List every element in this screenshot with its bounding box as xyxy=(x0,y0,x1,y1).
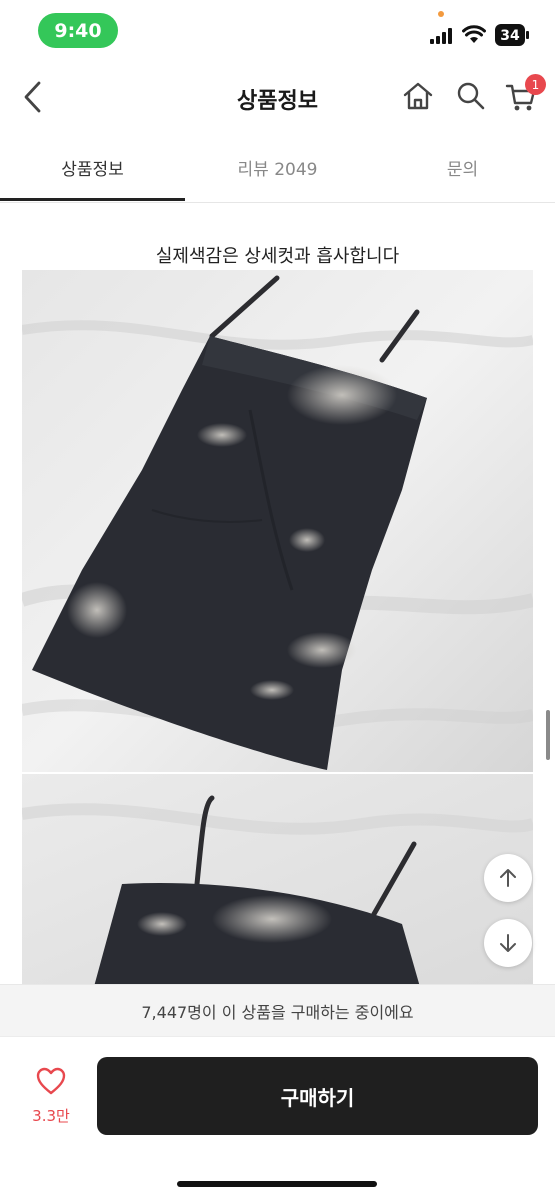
arrow-down-icon xyxy=(500,934,516,952)
scroll-to-top-button[interactable] xyxy=(484,854,532,902)
purchase-activity-notice: 7,447명이 이 상품을 구매하는 중이에요 xyxy=(0,984,555,1037)
search-icon[interactable] xyxy=(456,81,486,111)
product-photo xyxy=(22,774,533,984)
top-navigation-bar: 상품정보 1 xyxy=(0,62,555,134)
signal-icon xyxy=(430,28,452,44)
tab-reviews[interactable]: 리뷰 2049 xyxy=(185,134,370,200)
home-indicator xyxy=(177,1181,377,1187)
tab-inquiry[interactable]: 문의 xyxy=(370,134,555,200)
buy-button[interactable]: 구매하기 xyxy=(97,1057,538,1135)
privacy-indicator-dot xyxy=(438,11,444,17)
like-count: 3.3만 xyxy=(32,1107,70,1125)
status-bar: 9:40 34 xyxy=(0,0,555,62)
tab-product-info[interactable]: 상품정보 xyxy=(0,134,185,200)
home-icon[interactable] xyxy=(402,80,434,112)
status-time: 9:40 xyxy=(38,13,118,48)
heart-icon xyxy=(36,1067,66,1095)
cart-count-badge: 1 xyxy=(525,74,546,95)
like-button[interactable]: 3.3만 xyxy=(26,1067,76,1133)
scroll-to-bottom-button[interactable] xyxy=(484,919,532,967)
detail-caption: 실제색감은 상세컷과 흡사합니다 xyxy=(155,246,400,267)
arrow-up-icon xyxy=(500,869,516,887)
active-tab-indicator xyxy=(0,198,185,201)
bottom-action-bar: 3.3만 구매하기 xyxy=(0,1036,555,1201)
tab-bar: 상품정보 리뷰 2049 문의 xyxy=(0,134,555,203)
product-detail-content: 실제색감은 상세컷과 흡사합니다 xyxy=(0,202,555,984)
battery-level: 34 xyxy=(500,28,520,44)
wifi-icon xyxy=(462,25,486,43)
product-photo xyxy=(22,270,533,772)
battery-icon: 34 xyxy=(495,24,529,46)
scroll-indicator[interactable] xyxy=(546,710,550,760)
